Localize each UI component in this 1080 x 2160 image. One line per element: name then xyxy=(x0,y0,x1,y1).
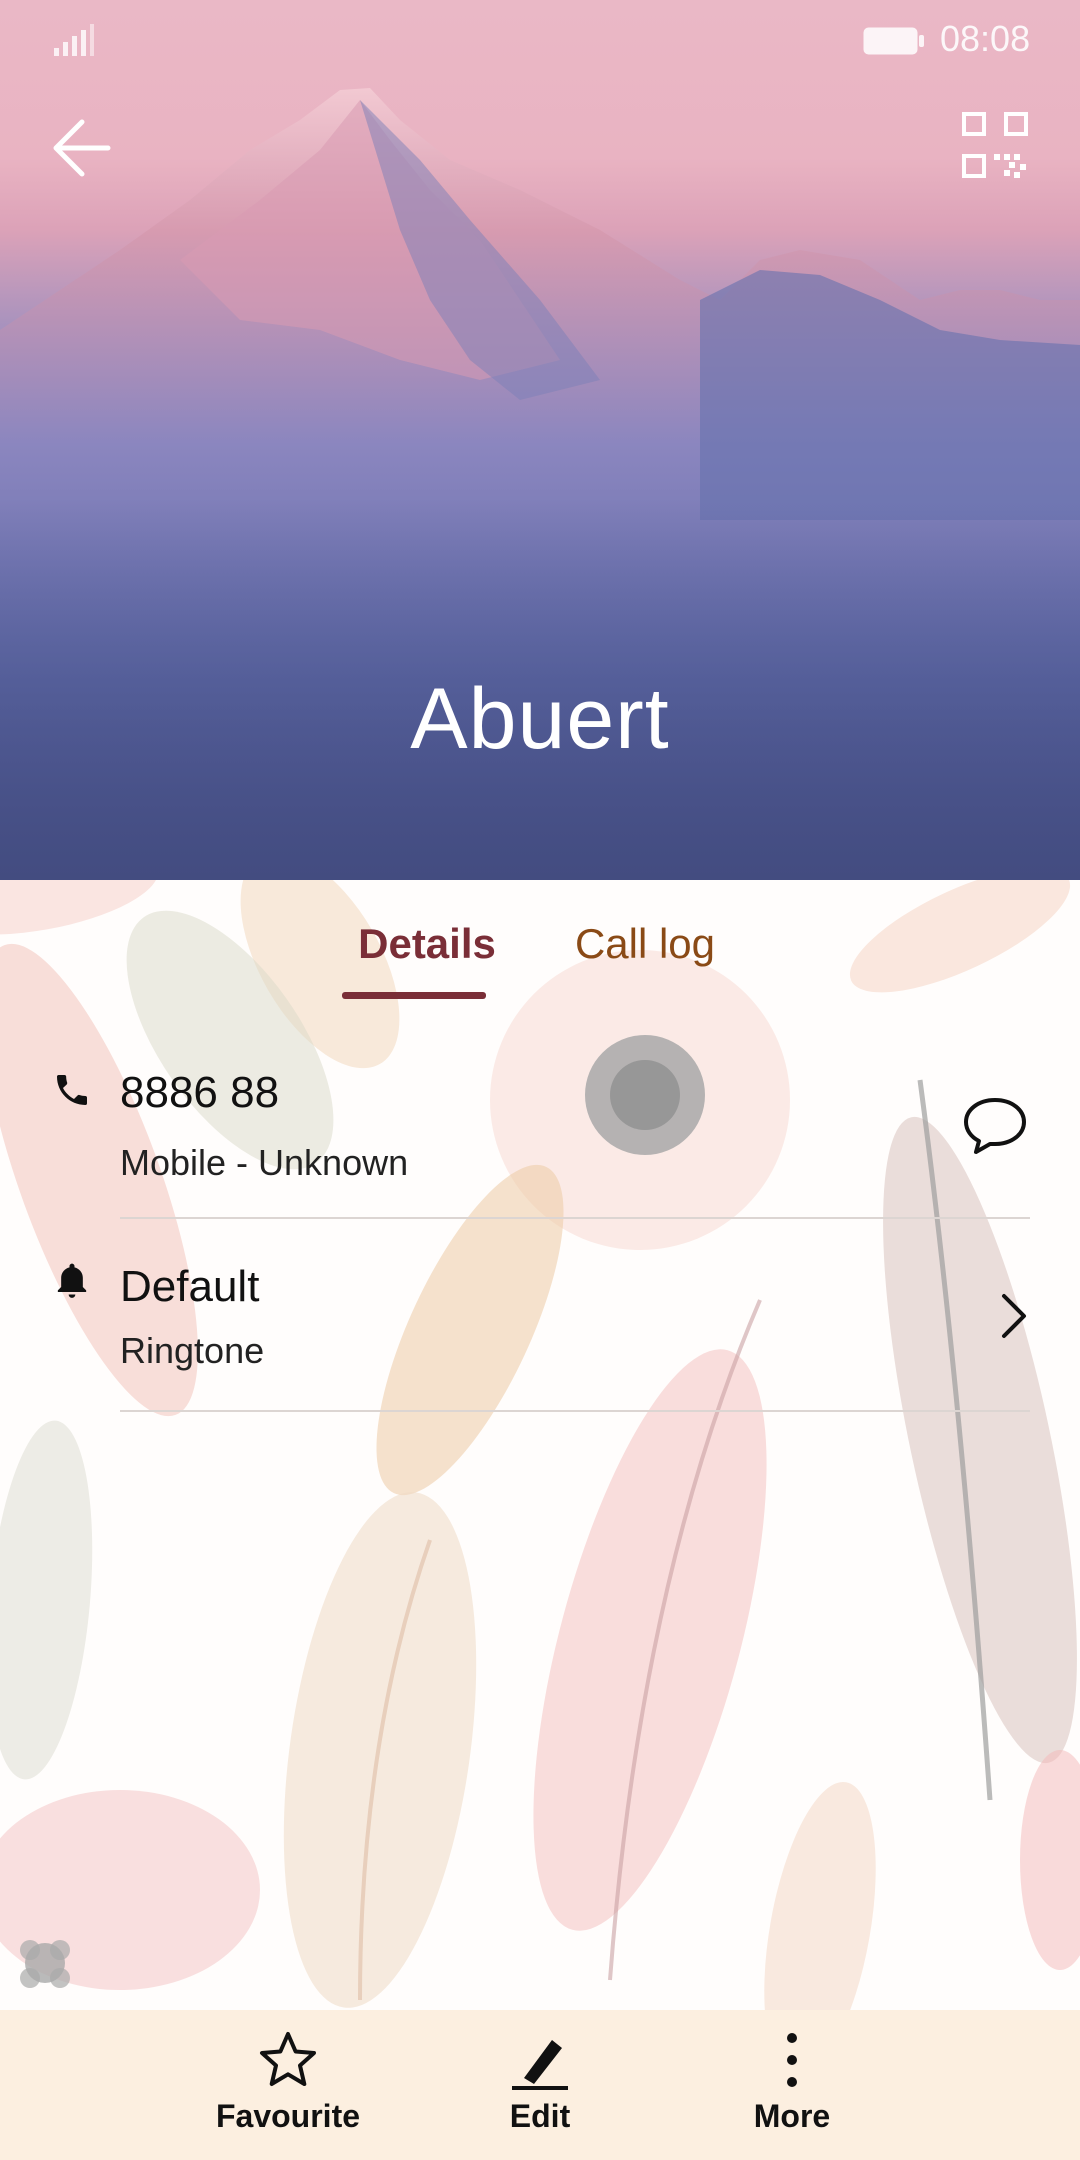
tab-call-log[interactable]: Call log xyxy=(560,920,730,968)
tab-bar: Details Call log xyxy=(0,920,1080,1010)
ringtone-value: Default xyxy=(120,1262,260,1311)
pencil-icon xyxy=(512,2040,568,2090)
more-label: More xyxy=(753,2098,831,2134)
message-icon xyxy=(964,1098,1026,1154)
chevron-right-icon xyxy=(1002,1294,1026,1338)
qr-code-button[interactable] xyxy=(960,110,1030,180)
signal-icon xyxy=(54,24,94,56)
ringtone-row[interactable]: Default Ringtone xyxy=(0,1250,1080,1410)
bell-icon xyxy=(57,1263,87,1298)
tab-active-indicator xyxy=(342,992,486,999)
phone-icon xyxy=(57,1075,87,1105)
qr-code-icon xyxy=(962,112,1028,178)
battery-icon xyxy=(863,27,924,55)
back-button[interactable] xyxy=(46,108,126,188)
ringtone-chevron[interactable] xyxy=(992,1286,1036,1346)
phone-number: 8886 88 xyxy=(120,1068,280,1117)
phone-type: Mobile - Unknown xyxy=(120,1142,409,1183)
ringtone-label: Ringtone xyxy=(120,1330,265,1371)
clock-time: 08:08 xyxy=(940,18,1031,59)
arrow-left-icon xyxy=(53,119,111,177)
contact-name: Abuert xyxy=(410,671,670,767)
message-button[interactable] xyxy=(960,1090,1030,1160)
edit-label: Edit xyxy=(509,2098,571,2134)
watercolor-feather-background xyxy=(0,880,1080,2010)
phone-row[interactable]: 8886 88 Mobile - Unknown xyxy=(0,1060,1080,1220)
more-vertical-icon xyxy=(787,2033,797,2087)
bottom-action-bar: Favourite Edit More xyxy=(0,2010,1080,2160)
tab-details[interactable]: Details xyxy=(342,920,512,968)
contact-header: 08:08 Abuert xyxy=(0,0,1080,880)
favourite-label: Favourite xyxy=(215,2098,361,2134)
star-icon xyxy=(260,2032,316,2086)
edit-button[interactable]: Edit xyxy=(450,2028,630,2153)
divider xyxy=(120,1217,1030,1219)
more-button[interactable]: More xyxy=(702,2028,882,2153)
divider xyxy=(120,1410,1030,1412)
flower-ornament-icon xyxy=(20,1940,70,1988)
favourite-button[interactable]: Favourite xyxy=(198,2028,378,2153)
status-bar: 08:08 xyxy=(0,0,1080,80)
